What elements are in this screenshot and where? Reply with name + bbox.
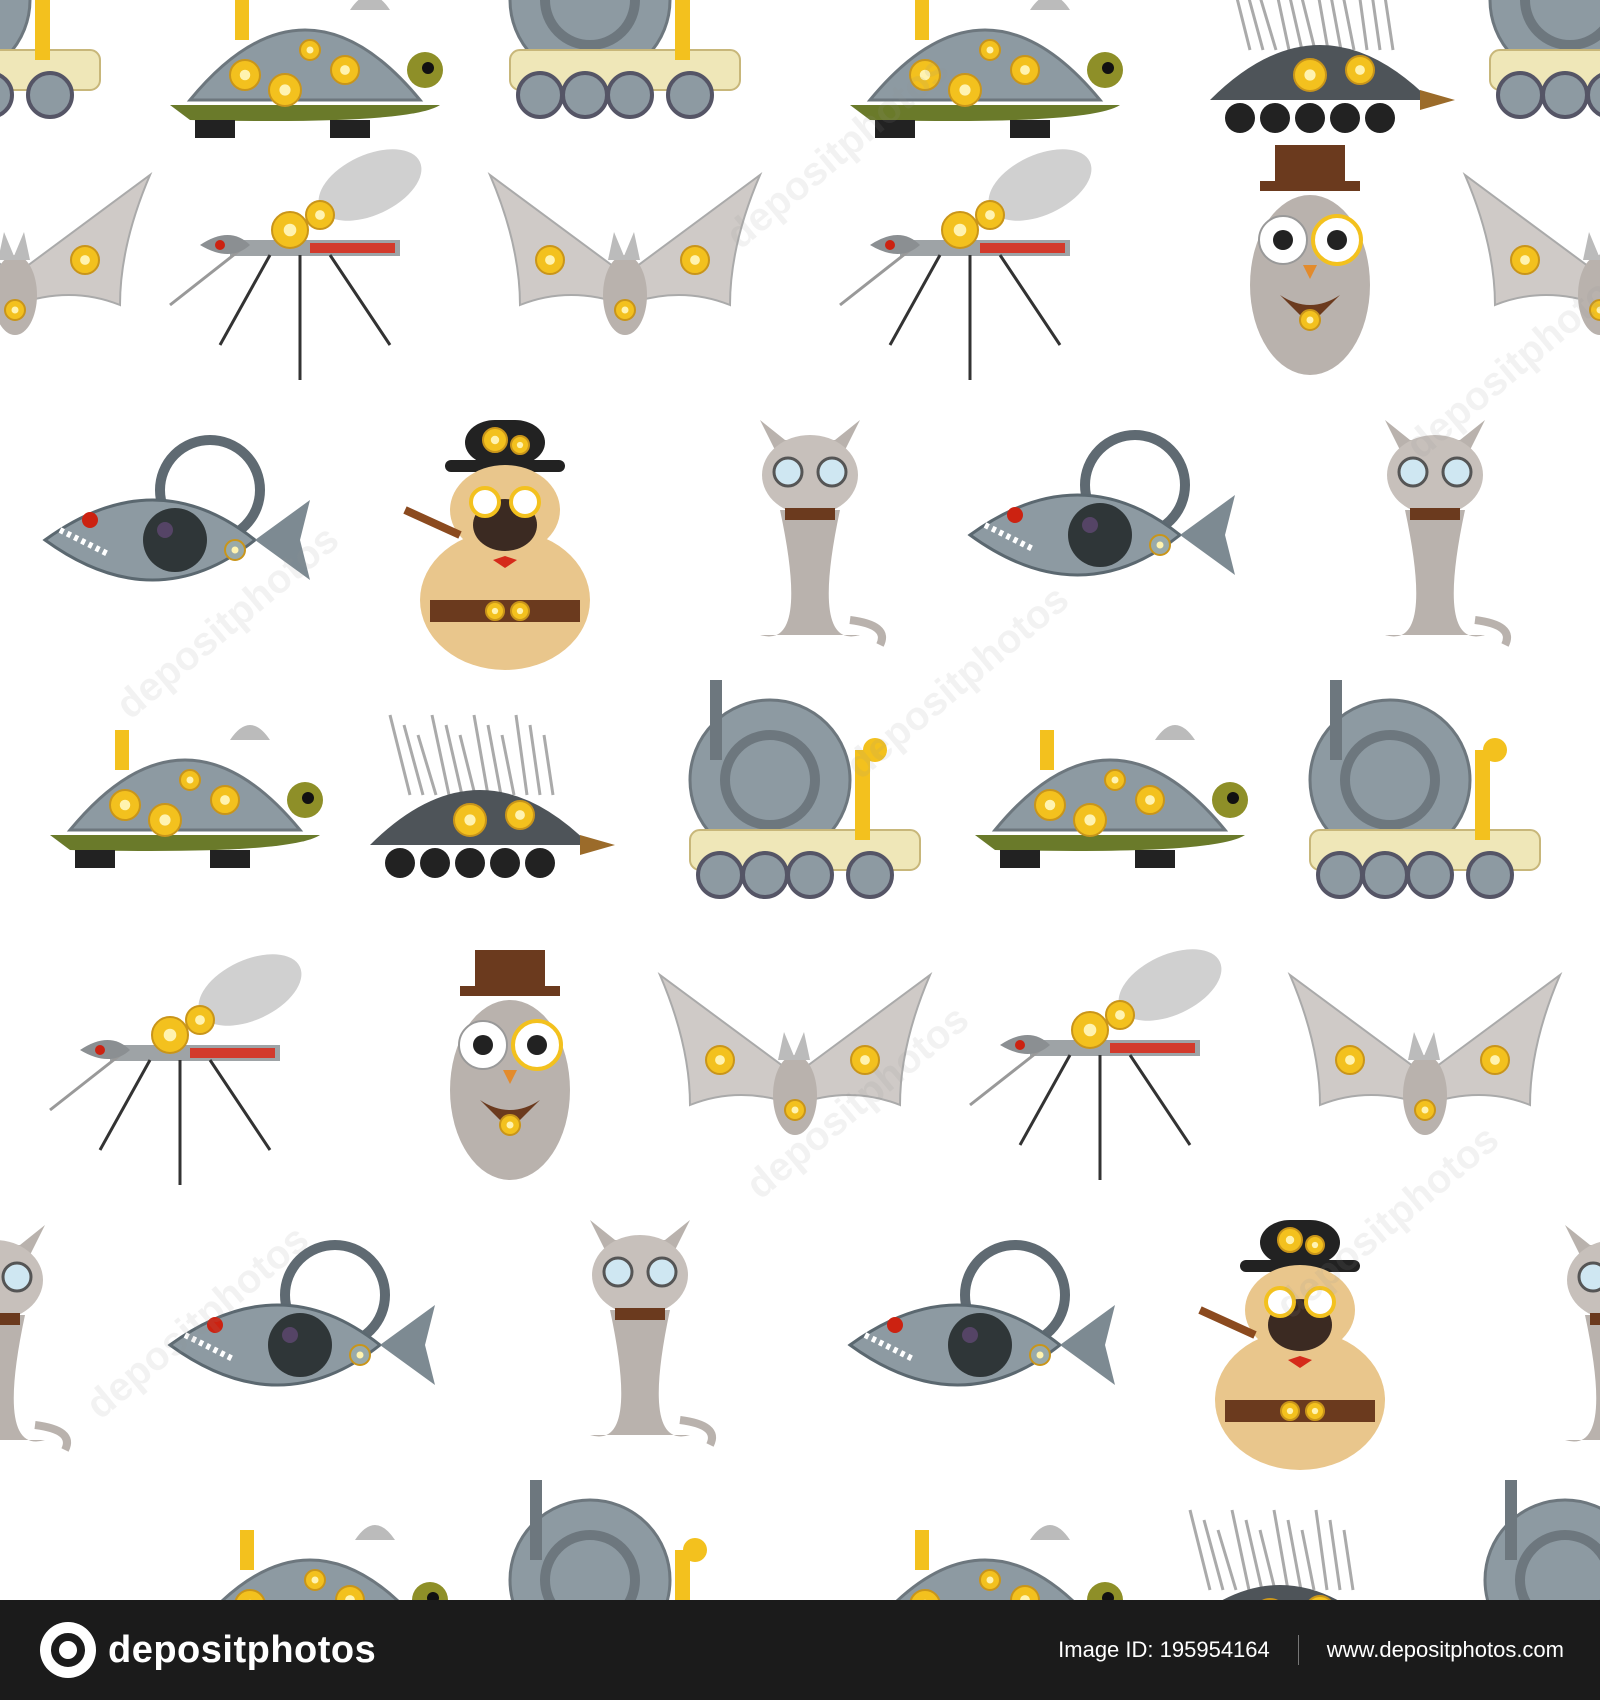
snail-rover-illustration bbox=[1300, 680, 1560, 900]
turtle-robot-illustration bbox=[160, 0, 450, 140]
turtle-robot-illustration bbox=[840, 0, 1130, 140]
camera-logo-icon bbox=[40, 1622, 96, 1678]
snail-rover-illustration bbox=[1475, 1480, 1600, 1600]
logo-text: depositphotos bbox=[108, 1628, 377, 1671]
image-id-value: 195954164 bbox=[1159, 1637, 1270, 1662]
bat-robot-illustration bbox=[0, 165, 160, 365]
footer-divider bbox=[1297, 1635, 1299, 1665]
fish-robot-illustration bbox=[960, 425, 1240, 625]
snail-rover-illustration bbox=[500, 0, 760, 120]
cat-robot-illustration bbox=[740, 400, 886, 647]
hedgehog-tank-illustration bbox=[1190, 0, 1460, 140]
owl-robot-illustration bbox=[1235, 145, 1385, 385]
fish-robot-illustration bbox=[160, 1235, 440, 1435]
cat-robot-illustration bbox=[0, 1205, 71, 1452]
image-id: Image ID: 195954164 bbox=[1058, 1637, 1270, 1663]
mosquito-robot-illustration bbox=[40, 950, 310, 1190]
turtle-robot-illustration bbox=[40, 700, 330, 870]
pattern-area: depositphotos depositphotos depositphotos d… bbox=[0, 0, 1600, 1600]
fish-robot-illustration bbox=[35, 430, 315, 630]
mosquito-robot-illustration bbox=[830, 145, 1100, 385]
hedgehog-tank-illustration bbox=[1150, 1500, 1420, 1600]
site-url: www.depositphotos.com bbox=[1326, 1637, 1564, 1662]
cat-robot-illustration bbox=[1545, 1205, 1600, 1445]
owl-robot-illustration bbox=[435, 950, 585, 1190]
watermark-footer-bar: depositphotos Image ID: 195954164 www.de… bbox=[0, 1600, 1600, 1700]
hedgehog-tank-illustration bbox=[350, 705, 620, 885]
snail-rover-illustration bbox=[1480, 0, 1600, 120]
turtle-robot-illustration bbox=[965, 700, 1255, 870]
mosquito-robot-illustration bbox=[960, 945, 1230, 1185]
turtle-robot-illustration bbox=[840, 1500, 1130, 1600]
mosquito-robot-illustration bbox=[160, 145, 430, 385]
fish-robot-illustration bbox=[840, 1235, 1120, 1435]
cat-robot-illustration bbox=[1365, 400, 1511, 647]
snail-rover-illustration bbox=[680, 680, 940, 900]
snail-rover-illustration bbox=[0, 0, 120, 120]
turtle-robot-illustration bbox=[165, 1500, 455, 1600]
pug-robot-illustration bbox=[385, 420, 625, 670]
cat-robot-illustration bbox=[570, 1200, 716, 1447]
pug-robot-illustration bbox=[1180, 1220, 1420, 1470]
bat-robot-illustration bbox=[1280, 965, 1570, 1165]
footer-info: Image ID: 195954164 www.depositphotos.co… bbox=[1058, 1635, 1564, 1665]
image-id-label: Image ID: bbox=[1058, 1637, 1154, 1662]
snail-rover-illustration bbox=[500, 1480, 760, 1600]
bat-robot-illustration bbox=[650, 965, 940, 1165]
bat-robot-illustration bbox=[480, 165, 770, 365]
depositphotos-logo: depositphotos bbox=[40, 1622, 376, 1678]
bat-robot-illustration bbox=[1455, 165, 1600, 365]
